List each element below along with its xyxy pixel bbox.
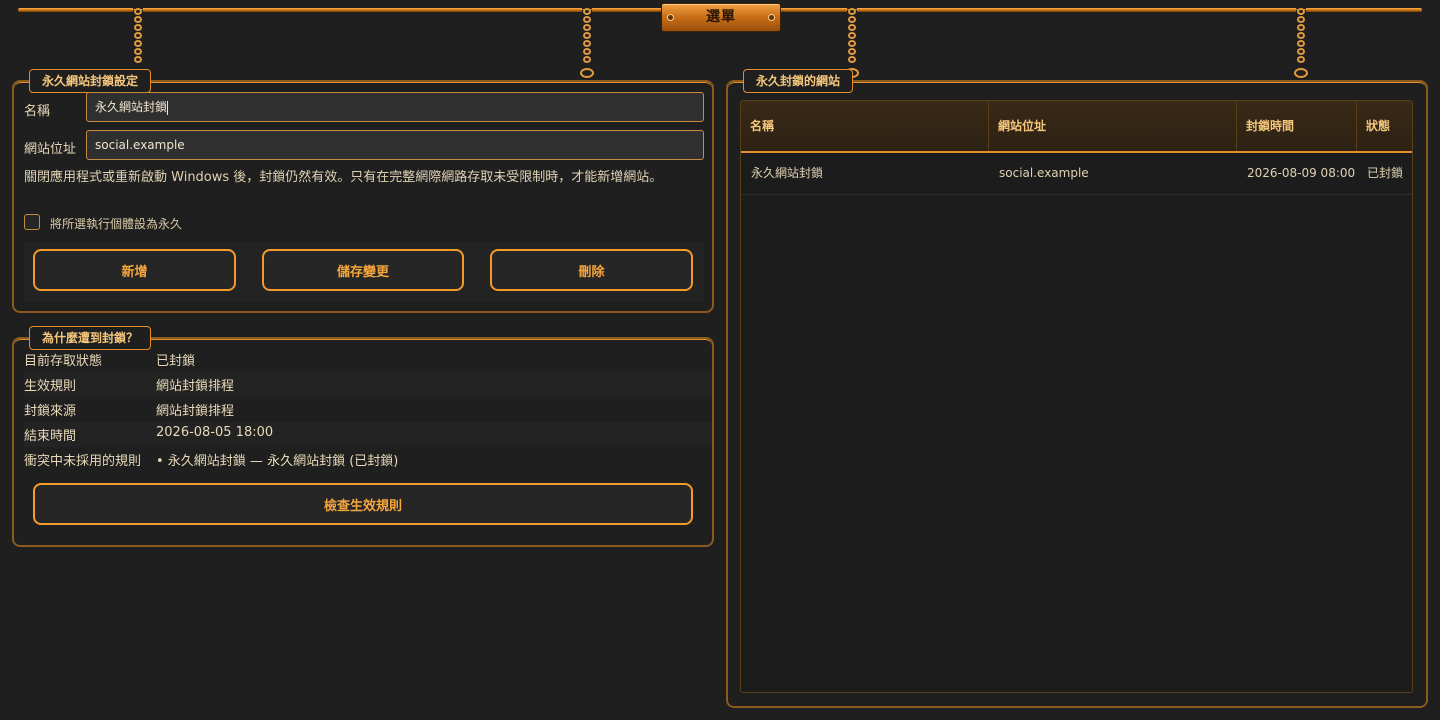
delete-button[interactable]: 刪除 [490, 249, 693, 291]
settings-panel: 永久網站封鎖設定 名稱 永久網站封鎖 網站位址 social.example 關… [12, 69, 714, 313]
chain-decoration [1296, 8, 1306, 70]
end-time-value: 2026-08-05 18:00 [156, 425, 274, 440]
status-row: 目前存取狀態 已封鎖 [24, 347, 712, 372]
end-time-row: 結束時間 2026-08-05 18:00 [24, 422, 712, 447]
name-input-value: 永久網站封鎖 [95, 100, 168, 114]
block-source-value: 網站封鎖排程 [156, 404, 235, 419]
column-header-status[interactable]: 狀態 [1357, 101, 1412, 151]
menu-button[interactable]: 選單 [661, 3, 781, 32]
chain-ring [580, 68, 594, 78]
cell-status: 已封鎖 [1367, 166, 1404, 180]
column-header-block-time[interactable]: 封鎖時間 [1237, 101, 1357, 151]
effective-rule-key: 生效規則 [24, 379, 77, 394]
blocked-sites-panel-title: 永久封鎖的網站 [743, 69, 854, 93]
effective-rule-row: 生效規則 網站封鎖排程 [24, 372, 712, 397]
effective-rule-value: 網站封鎖排程 [156, 379, 235, 394]
rivet-icon [667, 14, 674, 21]
cell-name: 永久網站封鎖 [751, 166, 824, 180]
blocked-sites-table: 名稱 網站位址 封鎖時間 狀態 永久網站封鎖 social.example 20… [740, 100, 1413, 693]
column-header-url[interactable]: 網站位址 [989, 101, 1237, 151]
chain-ring [1294, 68, 1308, 78]
name-label: 名稱 [24, 104, 51, 119]
save-button[interactable]: 儲存變更 [262, 249, 464, 291]
add-button[interactable]: 新增 [33, 249, 236, 291]
chain-decoration [133, 8, 143, 70]
text-caret [167, 100, 169, 115]
name-input[interactable]: 永久網站封鎖 [86, 92, 704, 122]
url-label: 網站位址 [24, 142, 77, 157]
column-header-name[interactable]: 名稱 [741, 101, 989, 151]
settings-panel-title: 永久網站封鎖設定 [29, 69, 152, 93]
chain-decoration [582, 8, 592, 70]
url-input[interactable]: social.example [86, 130, 704, 160]
permanent-checkbox-label: 將所選執行個體設為永久 [50, 217, 183, 231]
end-time-key: 結束時間 [24, 429, 77, 444]
conflict-rule-key: 衝突中未採用的規則 [24, 454, 142, 469]
status-key: 目前存取狀態 [24, 354, 103, 369]
cell-block-time: 2026-08-09 08:00 [1247, 166, 1356, 180]
why-blocked-panel: 為什麼遭到封鎖？ 目前存取狀態 已封鎖 生效規則 網站封鎖排程 封鎖來源 網站封… [12, 326, 714, 547]
table-header: 名稱 網站位址 封鎖時間 狀態 [741, 101, 1412, 153]
block-source-row: 封鎖來源 網站封鎖排程 [24, 397, 712, 422]
menu-label: 選單 [706, 9, 736, 25]
rivet-icon [768, 14, 775, 21]
check-effective-rule-button[interactable]: 檢查生效規則 [33, 483, 693, 525]
status-value: 已封鎖 [156, 354, 196, 369]
chain-decoration [847, 8, 857, 70]
settings-description: 關閉應用程式或重新啟動 Windows 後，封鎖仍然有效。只有在完整網際網路存取… [24, 170, 663, 185]
table-row[interactable]: 永久網站封鎖 social.example 2026-08-09 08:00 已… [741, 153, 1412, 195]
url-input-value: social.example [95, 138, 185, 152]
permanent-checkbox[interactable] [24, 214, 40, 230]
conflict-rule-value: • 永久網站封鎖 — 永久網站封鎖 (已封鎖) [156, 454, 399, 469]
block-source-key: 封鎖來源 [24, 404, 77, 419]
cell-url: social.example [999, 166, 1089, 180]
conflict-rule-row: 衝突中未採用的規則 • 永久網站封鎖 — 永久網站封鎖 (已封鎖) [24, 447, 712, 472]
